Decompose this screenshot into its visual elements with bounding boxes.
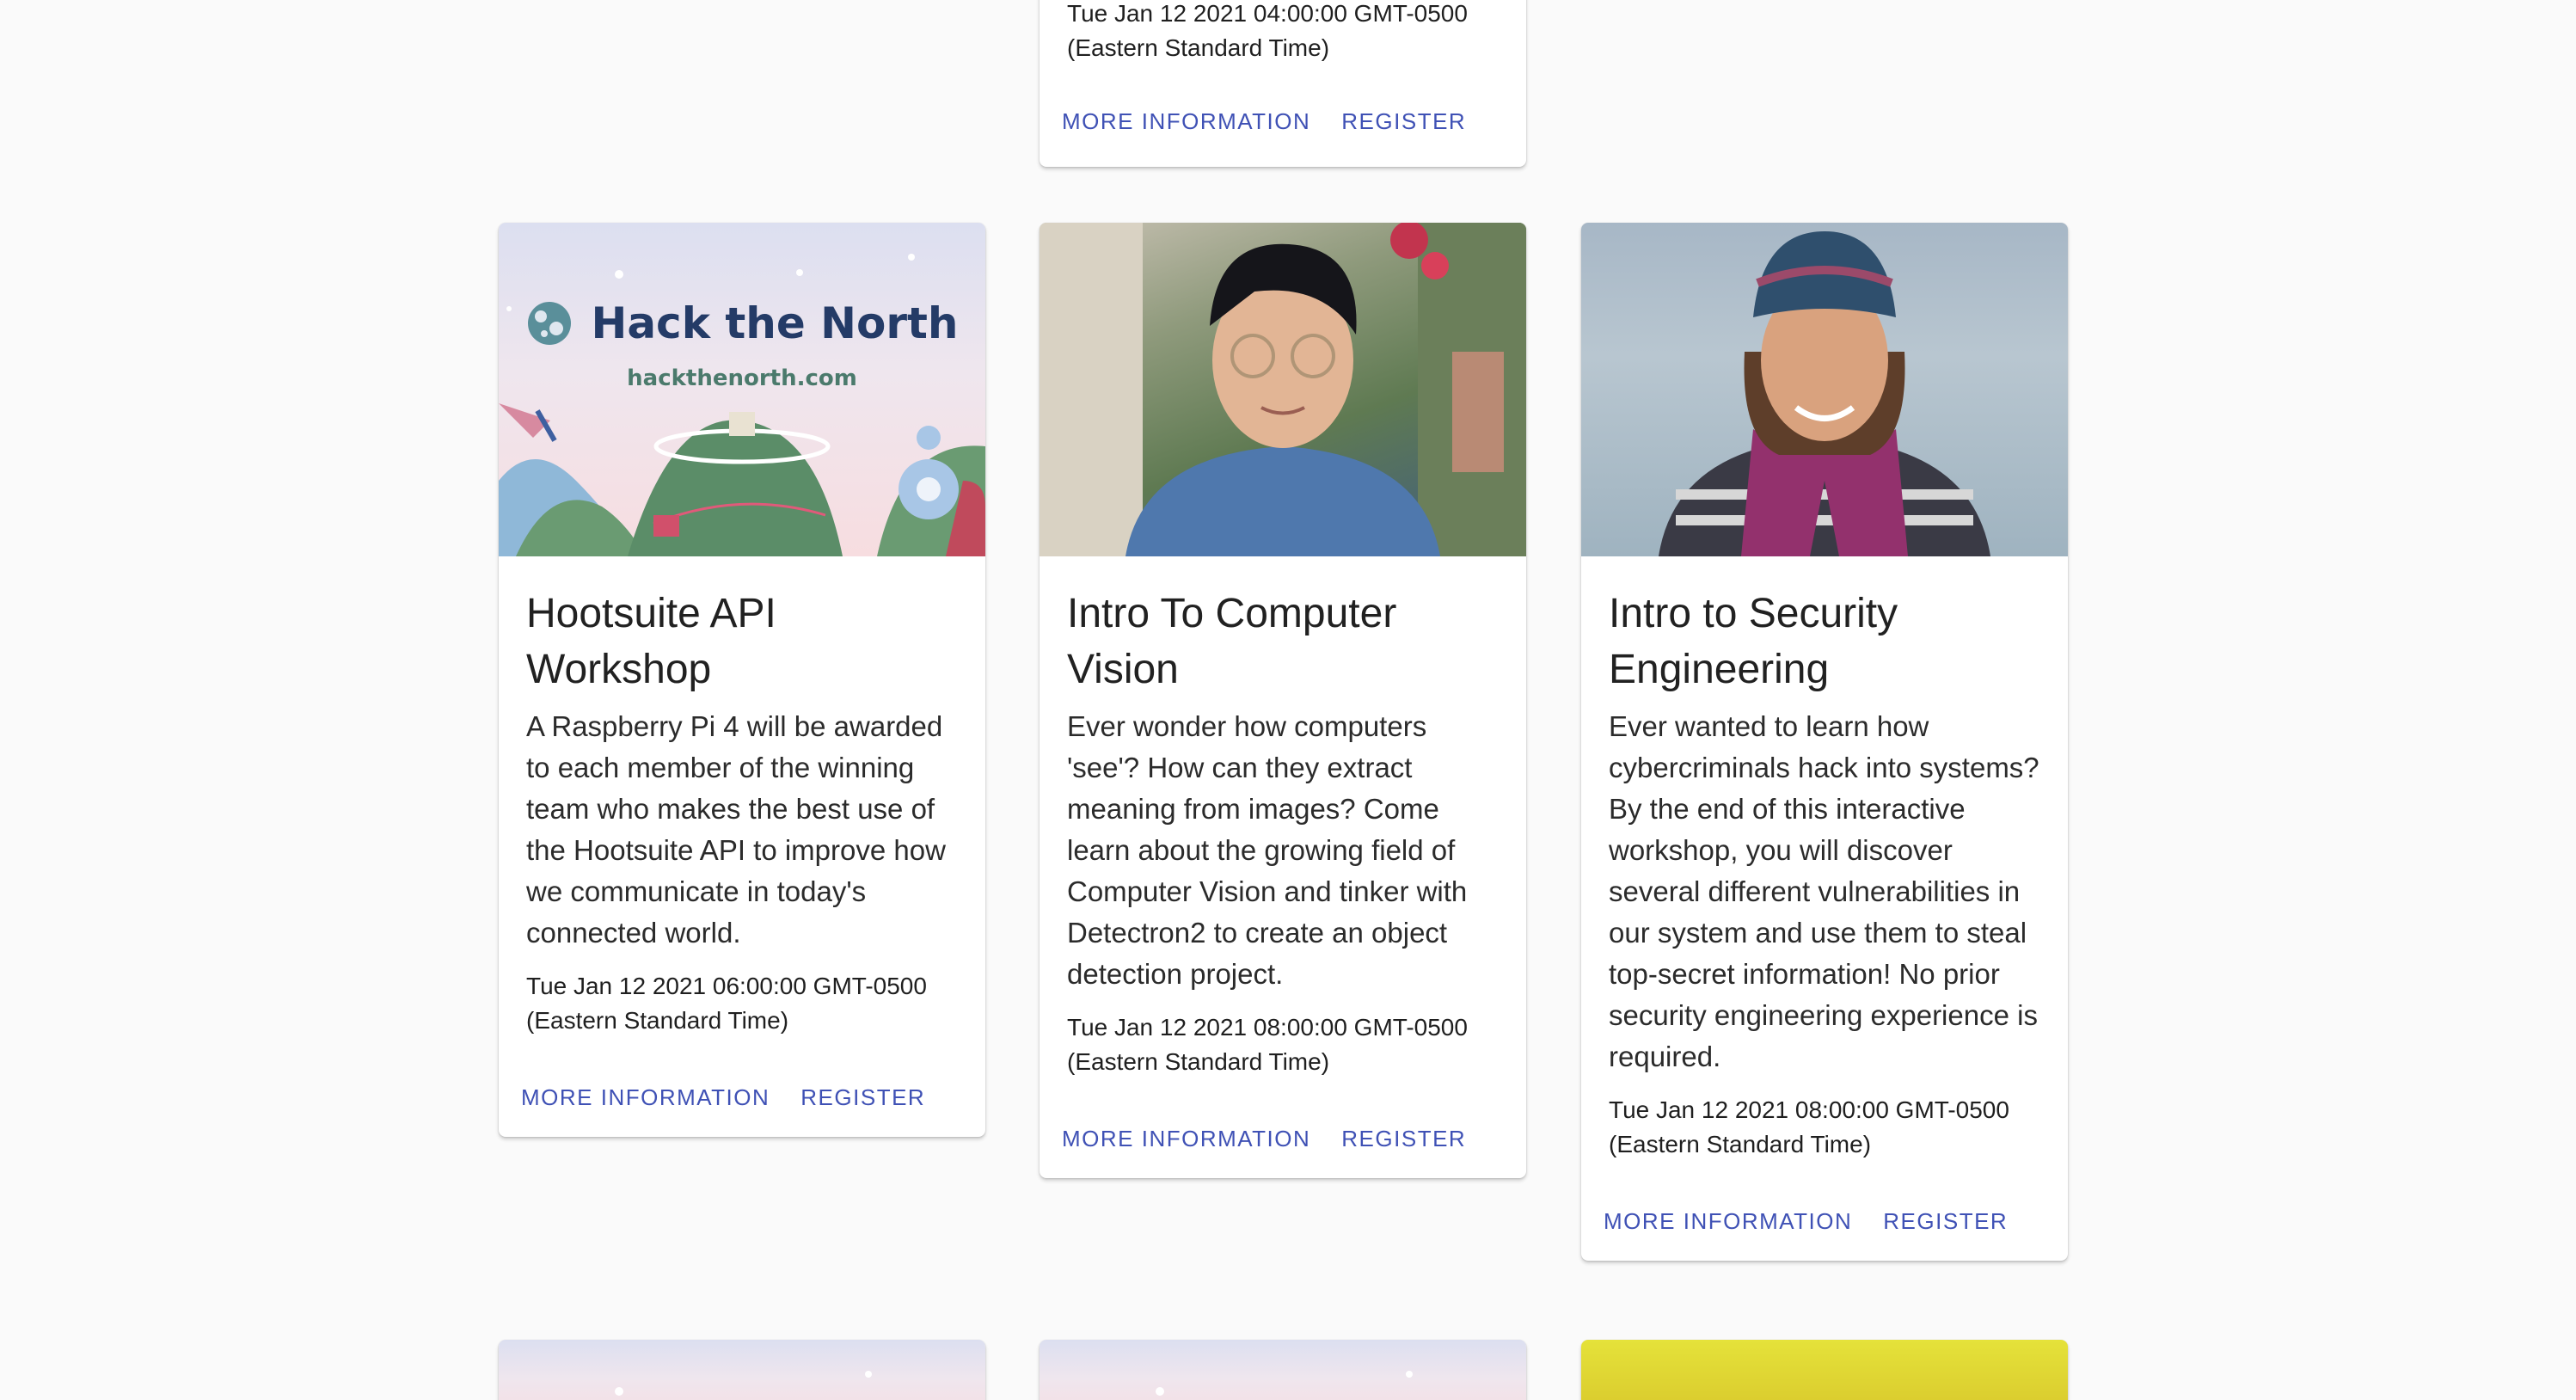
event-image: [1040, 1340, 1526, 1400]
sparkle-decoration: [615, 1371, 872, 1396]
speaker-photo: [1581, 1340, 2068, 1400]
card-actions: MORE INFORMATION REGISTER: [499, 1038, 985, 1137]
card-actions: MORE INFORMATION REGISTER: [1040, 65, 1526, 161]
sparkle-decoration: [1156, 1371, 1413, 1396]
event-title: Intro To Computer Vision: [1067, 591, 1397, 692]
card-actions: MORE INFORMATION REGISTER: [1581, 1162, 2068, 1261]
event-description: Ever wanted to learn how cybercriminals …: [1609, 710, 2039, 1072]
events-page: Tue Jan 12 2021 04:00:00 GMT-0500 (Easte…: [0, 0, 2576, 1400]
more-information-button[interactable]: MORE INFORMATION: [1062, 108, 1310, 135]
more-information-button[interactable]: MORE INFORMATION: [1062, 1126, 1310, 1152]
event-date: Tue Jan 12 2021 04:00:00 GMT-0500 (Easte…: [1067, 0, 1468, 61]
globe-icon: [528, 302, 572, 345]
card-actions: MORE INFORMATION REGISTER: [1040, 1079, 1526, 1178]
event-date: Tue Jan 12 2021 08:00:00 GMT-0500 (Easte…: [1067, 1014, 1468, 1075]
register-button[interactable]: REGISTER: [1883, 1208, 2008, 1235]
event-title: Intro to Security Engineering: [1609, 591, 1898, 692]
event-date: Tue Jan 12 2021 08:00:00 GMT-0500 (Easte…: [1609, 1096, 2009, 1157]
event-image: [499, 1340, 985, 1400]
more-information-button[interactable]: MORE INFORMATION: [1604, 1208, 1852, 1235]
speaker-portrait: [1040, 223, 1526, 556]
event-card: [499, 1340, 985, 1400]
event-description: A Raspberry Pi 4 will be awarded to each…: [526, 710, 946, 949]
hack-the-north-url: hackthenorth.com: [627, 365, 857, 391]
event-image: Hack the North hackthenorth.com: [499, 223, 985, 556]
register-button[interactable]: REGISTER: [1341, 1126, 1466, 1152]
event-card: Hack the North hackthenorth.com Hootsuit…: [499, 223, 985, 1137]
more-information-button[interactable]: MORE INFORMATION: [521, 1084, 770, 1111]
hack-the-north-logo: Hack the North: [499, 298, 985, 348]
card-content: Intro to Security Engineering Ever wante…: [1581, 556, 2068, 1162]
event-card: Tue Jan 12 2021 04:00:00 GMT-0500 (Easte…: [1040, 0, 1526, 167]
event-card: [1040, 1340, 1526, 1400]
event-title: Hootsuite API Workshop: [526, 591, 776, 692]
event-card: Intro To Computer Vision Ever wonder how…: [1040, 223, 1526, 1178]
event-description: Ever wonder how computers 'see'? How can…: [1067, 710, 1468, 990]
event-card: Intro to Security Engineering Ever wante…: [1581, 223, 2068, 1261]
speaker-photo: [1581, 223, 2068, 556]
card-content: Hootsuite API Workshop A Raspberry Pi 4 …: [499, 556, 985, 1038]
register-button[interactable]: REGISTER: [800, 1084, 925, 1111]
event-date: Tue Jan 12 2021 06:00:00 GMT-0500 (Easte…: [526, 973, 927, 1034]
card-content: Intro To Computer Vision Ever wonder how…: [1040, 556, 1526, 1079]
hack-the-north-title: Hack the North: [591, 298, 959, 348]
speaker-photo: [1040, 223, 1526, 556]
event-card: [1581, 1340, 2068, 1400]
speaker-portrait: [1659, 231, 1990, 556]
register-button[interactable]: REGISTER: [1341, 108, 1466, 135]
